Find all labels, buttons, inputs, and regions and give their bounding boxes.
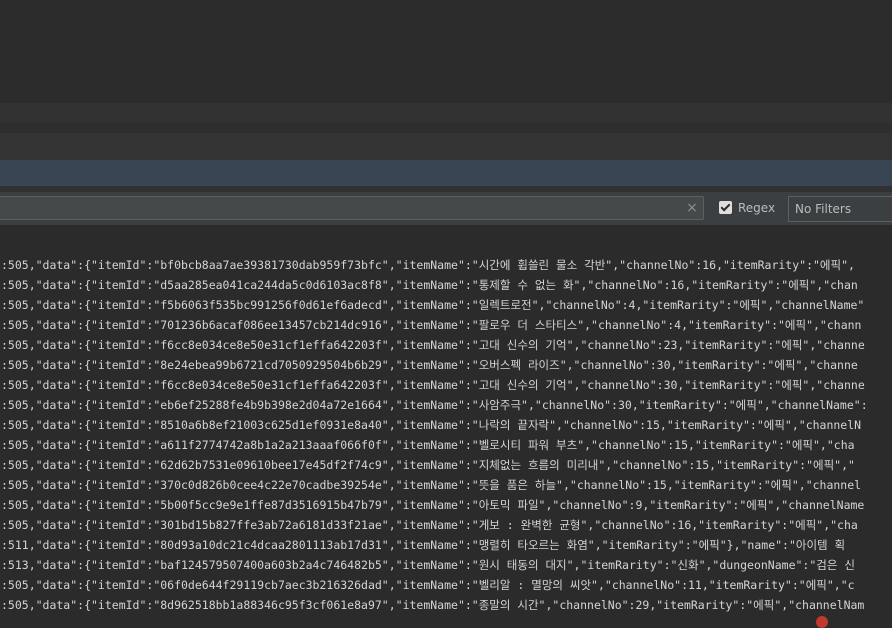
- log-header-gap: [0, 225, 892, 255]
- log-line: :505,"data":{"itemId":"62d62b7531e09610b…: [1, 458, 855, 472]
- log-line: :505,"data":{"itemId":"d5aa285ea041ca244…: [1, 278, 858, 292]
- log-search-input[interactable]: [0, 196, 704, 220]
- log-output[interactable]: :505,"data":{"itemId":"bf0bcb8aa7ae39381…: [0, 255, 892, 622]
- log-line: :511,"data":{"itemId":"80d93a10dc21c4dca…: [1, 538, 846, 552]
- log-line: :505,"data":{"itemId":"a611f2774742a8b1a…: [1, 438, 855, 452]
- log-line: :505,"data":{"itemId":"301bd15b827ffe3ab…: [1, 518, 858, 532]
- log-line: :505,"data":{"itemId":"bf0bcb8aa7ae39381…: [1, 258, 855, 272]
- log-line: :505,"data":{"itemId":"8e24ebea99b6721cd…: [1, 358, 858, 372]
- toolbar-area: [0, 0, 892, 103]
- log-line: :505,"data":{"itemId":"701236b6acaf086ee…: [1, 318, 862, 332]
- log-line: :505,"data":{"itemId":"f6cc8e034ce8e50e3…: [1, 338, 865, 352]
- log-line: :505,"data":{"itemId":"8d962518bb1a88346…: [1, 598, 865, 612]
- panel-tab-strip: [0, 133, 892, 160]
- log-line: :513,"data":{"itemId":"baf124579507400a6…: [1, 558, 855, 572]
- log-line: :505,"data":{"itemId":"f6cc8e034ce8e50e3…: [1, 378, 865, 392]
- regex-label: Regex: [738, 201, 776, 215]
- panel-header-strip: [0, 103, 892, 123]
- error-indicator-icon[interactable]: [816, 616, 828, 628]
- regex-checkbox[interactable]: [719, 201, 732, 214]
- log-line: :505,"data":{"itemId":"f5b6063f535bc9912…: [1, 298, 865, 312]
- log-line: :505,"data":{"itemId":"06f0de644f29119cb…: [1, 578, 855, 592]
- panel-divider: [0, 123, 892, 133]
- clear-search-icon[interactable]: ×: [686, 200, 698, 216]
- log-filter-value: No Filters: [795, 202, 852, 216]
- log-filter-dropdown[interactable]: No Filters: [788, 196, 892, 222]
- log-line: :505,"data":{"itemId":"5b00f5cc9e9e1ffe8…: [1, 498, 865, 512]
- log-line: :505,"data":{"itemId":"370c0d826b0cee4c2…: [1, 478, 862, 492]
- selected-row-highlight[interactable]: [0, 160, 892, 186]
- log-line: :505,"data":{"itemId":"eb6ef25288fe4b9b3…: [1, 398, 868, 412]
- log-line: :505,"data":{"itemId":"8510a6b8ef21003c6…: [1, 418, 862, 432]
